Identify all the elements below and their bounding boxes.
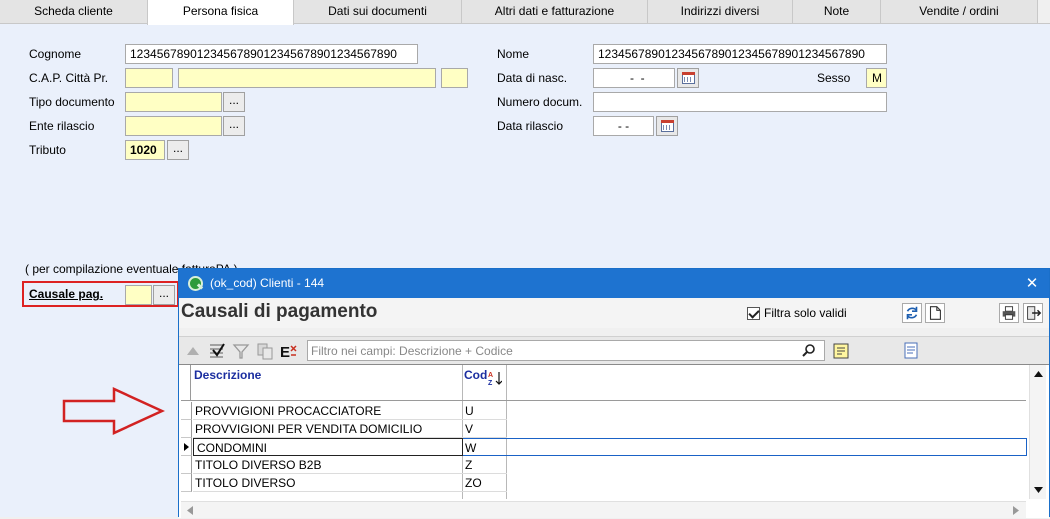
cognome-field[interactable]: 1234567890123456789012345678901234567890 [125,44,418,64]
dialog-heading: Causali di pagamento [181,301,378,322]
causale-pagamento-label: Causale pag. [29,287,104,301]
scroll-up-icon[interactable] [1030,367,1047,381]
data-nascita-label: Data di nasc. [497,71,568,85]
refresh-icon[interactable] [902,303,922,323]
row-descrizione: TITOLO DIVERSO B2B [193,456,463,474]
tab-indirizzi-diversi[interactable]: Indirizzi diversi [648,0,793,23]
row-cod: Z [463,456,507,474]
causale-pagamento-field[interactable] [125,285,152,305]
nome-field[interactable]: 1234567890123456789012345678901234567890 [593,44,887,64]
column-header-cod-label: Cod [464,368,488,382]
row-descrizione: CONDOMINI [193,438,463,456]
column-header-cod[interactable]: Cod A Z [462,365,506,400]
provincia-field[interactable] [441,68,468,88]
dialog-title-bar[interactable]: (ok_cod) Clienti - 144 ✕ [179,269,1049,298]
svg-text:Z: Z [488,380,493,386]
filter-icon[interactable] [231,341,251,361]
scroll-right-icon[interactable] [1009,502,1023,519]
row-cod: ZO [463,474,507,492]
tipo-documento-field[interactable] [125,92,222,112]
ente-rilascio-label: Ente rilascio [29,119,95,133]
cognome-label: Cognome [29,47,82,61]
data-rilascio-label: Data rilascio [497,119,564,133]
move-up-icon[interactable] [183,341,203,361]
close-icon[interactable]: ✕ [1023,269,1041,298]
filtra-validi-label: Filtra solo validi [764,306,847,320]
copy-icon[interactable] [255,341,275,361]
app-logo-icon [188,276,203,291]
export-excel-icon[interactable]: E [279,341,299,361]
scroll-left-icon[interactable] [183,502,197,519]
row-descrizione: TITOLO DIVERSO [193,474,463,492]
sesso-label: Sesso [817,71,851,85]
table-row[interactable]: PROVVIGIONI PROCACCIATORE U [181,402,1026,420]
ente-rilascio-field[interactable] [125,116,222,136]
numero-documento-label: Numero docum. [497,95,583,109]
causale-pagamento-lookup-button[interactable]: ... [153,285,175,305]
calendar-icon[interactable] [677,68,699,88]
causali-grid: Descrizione Cod A Z PROVVIGIONI PROCACCI… [179,364,1049,518]
current-row-indicator-icon [181,438,192,456]
new-document-icon[interactable] [925,303,945,323]
row-indicator [181,420,192,438]
tab-vendite-ordini[interactable]: Vendite / ordini [881,0,1038,23]
row-indicator [181,474,192,492]
grid-filter-input[interactable] [307,340,825,361]
tab-scheda-cliente[interactable]: Scheda cliente [0,0,148,23]
row-descrizione: PROVVIGIONI PER VENDITA DOMICILIO [193,420,463,438]
causali-dialog: (ok_cod) Clienti - 144 ✕ Causali di paga… [178,268,1050,518]
report-icon[interactable] [901,341,921,361]
row-filler [507,438,1027,456]
filtra-validi-checkbox[interactable] [747,307,760,320]
data-nascita-field[interactable]: - - [593,68,675,88]
tipo-documento-lookup-button[interactable]: ... [223,92,245,112]
ente-rilascio-lookup-button[interactable]: ... [223,116,245,136]
vertical-scrollbar[interactable] [1029,365,1046,499]
dialog-header: Causali di pagamento Filtra solo validi [179,298,1049,328]
sesso-field[interactable]: M [866,68,887,88]
citta-field[interactable] [178,68,436,88]
tab-note[interactable]: Note [793,0,881,23]
notes-icon[interactable] [831,341,851,361]
row-cod: V [463,420,507,438]
search-icon[interactable] [801,343,817,359]
table-row[interactable]: PROVVIGIONI PER VENDITA DOMICILIO V [181,420,1026,438]
tab-dati-documenti[interactable]: Dati sui documenti [294,0,462,23]
data-rilascio-field[interactable]: - - [593,116,654,136]
tab-persona-fisica[interactable]: Persona fisica [147,0,294,25]
grid-header-indicator [181,365,191,400]
row-cod: U [463,402,507,420]
calendar-icon[interactable] [656,116,678,136]
table-row[interactable]: TITOLO DIVERSO B2B Z [181,456,1026,474]
print-icon[interactable] [999,303,1019,323]
scroll-down-icon[interactable] [1030,483,1047,497]
tributo-label: Tributo [29,143,66,157]
grid-toolbar: E [179,336,1049,364]
svg-text:E: E [280,344,290,361]
nome-label: Nome [497,47,530,61]
table-row[interactable]: TITOLO DIVERSO ZO [181,474,1026,492]
svg-text:A: A [488,372,493,379]
numero-documento-field[interactable] [593,92,887,112]
row-cod: W [463,438,507,456]
row-indicator [181,402,192,420]
row-indicator [181,456,192,474]
exit-icon[interactable] [1023,303,1043,323]
table-row-selected[interactable]: CONDOMINI W [181,438,1027,456]
arrow-right-icon [62,387,166,435]
column-header-descrizione[interactable]: Descrizione [192,365,462,400]
cap-citta-pr-label: C.A.P. Città Pr. [29,71,109,85]
tipo-documento-label: Tipo documento [29,95,115,109]
tributo-field[interactable]: 1020 [125,140,165,160]
sort-az-icon: A Z [488,372,502,386]
check-list-icon[interactable] [207,341,227,361]
header-divider [181,400,1026,401]
horizontal-scrollbar[interactable] [181,501,1026,518]
tab-strip: Scheda cliente Persona fisica Dati sui d… [0,0,1050,25]
cap-field[interactable] [125,68,173,88]
tab-altri-dati-fatturazione[interactable]: Altri dati e fatturazione [462,0,648,23]
dialog-title: (ok_cod) Clienti - 144 [210,276,325,290]
tributo-lookup-button[interactable]: ... [167,140,189,160]
row-descrizione: PROVVIGIONI PROCACCIATORE [193,402,463,420]
